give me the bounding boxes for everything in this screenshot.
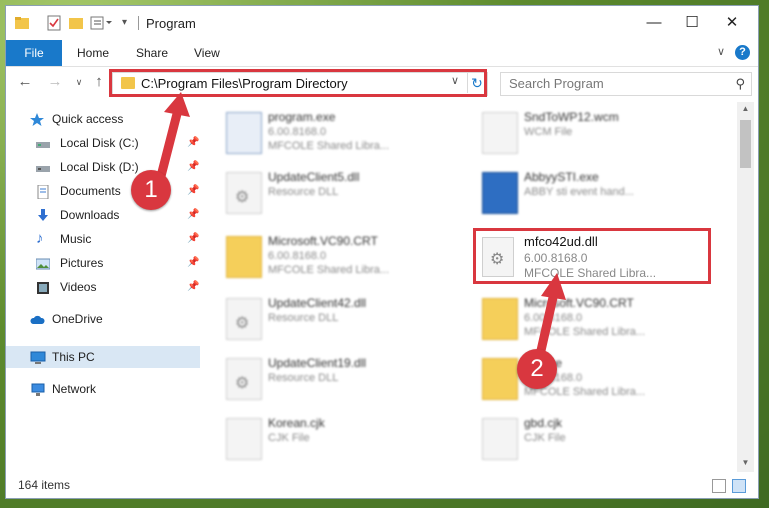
callout-arrow-2: [535, 288, 559, 360]
callout-arrow-1: [155, 105, 183, 185]
callout-badge-1: 1: [131, 170, 171, 210]
callout-arrow-1-head: [164, 92, 190, 117]
callout-arrow-2-head: [541, 273, 566, 300]
callout-arrows: [155, 92, 566, 360]
callout-badge-2: 2: [517, 349, 557, 389]
